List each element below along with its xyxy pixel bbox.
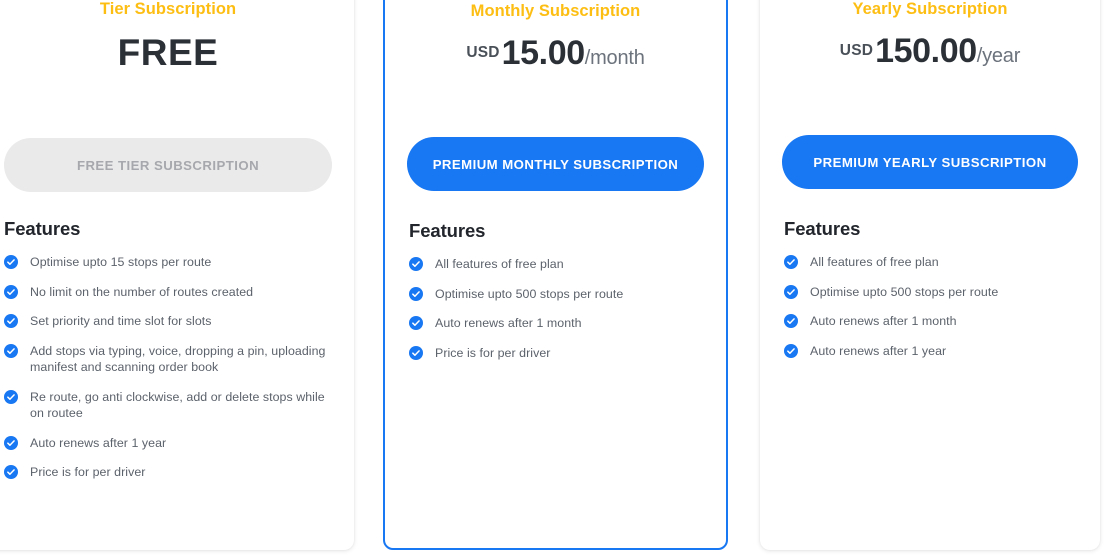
feature-list-monthly: All features of free plan Optimise upto … — [409, 256, 710, 361]
features-section-free: Features Optimise upto 15 stops per rout… — [4, 218, 338, 494]
list-item: Auto renews after 1 year — [784, 343, 1084, 360]
plan-price-monthly: USD15.00/month — [385, 36, 726, 70]
list-item: Auto renews after 1 year — [4, 435, 338, 452]
price-currency: USD — [839, 42, 874, 59]
list-item: Re route, go anti clockwise, add or dele… — [4, 389, 338, 422]
feature-text: Optimise upto 500 stops per route — [810, 284, 999, 299]
plan-price-free: FREE — [0, 34, 354, 71]
features-heading-monthly: Features — [409, 220, 486, 241]
feature-text: Optimise upto 500 stops per route — [435, 286, 624, 301]
plan-card-monthly-body: Monthly Subscription USD15.00/month PREM… — [385, 0, 726, 548]
check-circle-icon — [784, 255, 798, 269]
check-circle-icon — [784, 343, 798, 358]
feature-text: Re route, go anti clockwise, add or dele… — [30, 389, 325, 421]
list-item: Optimise upto 500 stops per route — [409, 286, 710, 303]
feature-text: No limit on the number of routes created — [30, 284, 254, 299]
feature-list-yearly: All features of free plan Optimise upto … — [784, 254, 1084, 359]
check-circle-icon — [409, 257, 423, 271]
pricing-plans-container: Tier Subscription FREE FREE TIER SUBSCRI… — [0, 0, 1108, 557]
list-item: Add stops via typing, voice, dropping a … — [4, 343, 338, 376]
list-item: All features of free plan — [409, 256, 710, 273]
check-circle-icon — [4, 255, 18, 269]
feature-text: Price is for per driver — [30, 465, 146, 479]
plan-price-yearly: USD150.00/year — [760, 34, 1100, 68]
feature-text: Price is for per driver — [435, 345, 551, 360]
list-item: Optimise upto 15 stops per route — [4, 254, 338, 271]
check-circle-icon — [409, 286, 423, 301]
feature-list-free: Optimise upto 15 stops per route No limi… — [4, 254, 338, 481]
plan-card-yearly: Yearly Subscription USD150.00/year PREMI… — [760, 0, 1100, 550]
plan-title-monthly: Monthly Subscription — [470, 2, 641, 20]
plan-card-free-body: Tier Subscription FREE FREE TIER SUBSCRI… — [0, 0, 354, 550]
check-circle-icon — [784, 284, 798, 299]
features-heading-yearly: Features — [784, 218, 861, 239]
list-item: No limit on the number of routes created — [4, 284, 338, 301]
check-circle-icon — [4, 435, 18, 450]
list-item: Optimise upto 500 stops per route — [784, 284, 1084, 301]
premium-yearly-subscription-button[interactable]: PREMIUM YEARLY SUBSCRIPTION — [782, 135, 1078, 189]
list-item: Price is for per driver — [4, 464, 338, 481]
features-section-yearly: Features All features of free plan Optim… — [784, 218, 1084, 372]
plan-card-monthly: Monthly Subscription USD15.00/month PREM… — [383, 0, 728, 550]
check-circle-icon — [4, 284, 18, 299]
check-circle-icon — [4, 465, 18, 479]
check-circle-icon — [4, 343, 18, 358]
price-currency: USD — [466, 44, 500, 61]
feature-text: All features of free plan — [435, 257, 564, 271]
check-circle-icon — [784, 314, 798, 328]
features-section-monthly: Features All features of free plan Optim… — [409, 220, 710, 374]
feature-text: Optimise upto 15 stops per route — [30, 255, 212, 269]
check-circle-icon — [4, 314, 18, 328]
check-circle-icon — [409, 316, 423, 330]
price-amount: 150.00 — [875, 32, 977, 70]
plan-title-free: Tier Subscription — [99, 0, 237, 18]
check-circle-icon — [409, 345, 423, 360]
feature-text: Auto renews after 1 month — [810, 314, 957, 328]
plan-card-free: Tier Subscription FREE FREE TIER SUBSCRI… — [0, 0, 354, 550]
features-heading-free: Features — [4, 218, 81, 239]
list-item: Auto renews after 1 month — [409, 315, 710, 332]
feature-text: All features of free plan — [810, 255, 939, 269]
list-item: Price is for per driver — [409, 345, 710, 362]
feature-text: Set priority and time slot for slots — [30, 314, 212, 328]
price-amount: 15.00 — [501, 34, 585, 72]
price-period: /year — [976, 45, 1021, 67]
list-item: All features of free plan — [784, 254, 1084, 271]
free-tier-subscription-button[interactable]: FREE TIER SUBSCRIPTION — [4, 138, 332, 192]
list-item: Set priority and time slot for slots — [4, 313, 338, 330]
list-item: Auto renews after 1 month — [784, 313, 1084, 330]
price-period: /month — [584, 47, 645, 69]
feature-text: Auto renews after 1 year — [810, 343, 947, 358]
feature-text: Auto renews after 1 year — [30, 435, 167, 450]
feature-text: Auto renews after 1 month — [435, 316, 582, 330]
premium-monthly-subscription-button[interactable]: PREMIUM MONTHLY SUBSCRIPTION — [407, 137, 704, 191]
check-circle-icon — [4, 389, 18, 404]
plan-card-yearly-body: Yearly Subscription USD150.00/year PREMI… — [760, 0, 1100, 550]
plan-title-yearly: Yearly Subscription — [852, 0, 1008, 18]
price-free-label: FREE — [117, 32, 219, 73]
feature-text: Add stops via typing, voice, dropping a … — [30, 343, 326, 375]
